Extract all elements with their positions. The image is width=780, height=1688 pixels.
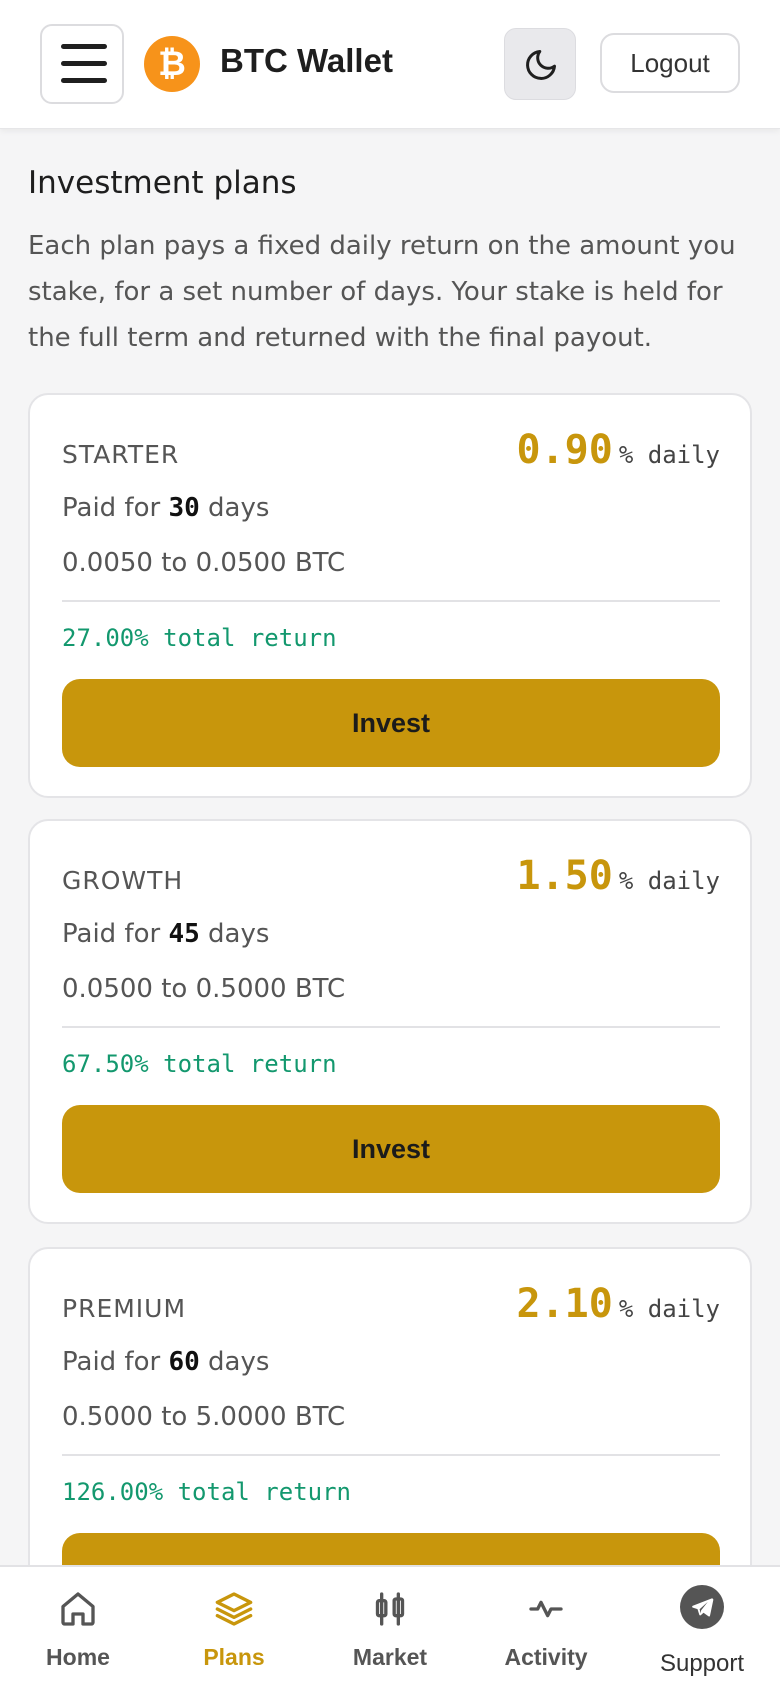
divider: [62, 600, 720, 602]
plan-rate-unit: % daily: [618, 1295, 720, 1323]
plan-range: 0.0050 to 0.0500 BTC: [62, 548, 346, 578]
nav-item-plans[interactable]: Plans: [156, 1567, 312, 1688]
logout-button[interactable]: Logout: [600, 33, 740, 93]
nav-item-activity[interactable]: Activity: [468, 1567, 624, 1688]
bitcoin-logo-icon: ₿: [144, 36, 200, 92]
divider: [62, 1454, 720, 1456]
plan-rate-unit: % daily: [618, 867, 720, 895]
plan-rate: 2.10% daily: [517, 1281, 720, 1327]
main-content: Investment plans Each plan pays a fixed …: [0, 129, 780, 1565]
plan-duration-suffix: days: [199, 493, 270, 523]
invest-button[interactable]: Invest: [62, 679, 720, 767]
nav-item-home[interactable]: Home: [0, 1567, 156, 1688]
plan-duration: Paid for 30 days: [62, 493, 269, 523]
candlestick-icon: [375, 1592, 405, 1626]
nav-item-support[interactable]: Support: [624, 1567, 780, 1688]
nav-label: Plans: [203, 1644, 265, 1670]
plan-days: 45: [168, 919, 200, 949]
page-title: Investment plans: [28, 165, 297, 201]
hamburger-icon-bar: [61, 78, 107, 83]
plan-total-return: 67.50% total return: [62, 1050, 337, 1078]
divider: [62, 1026, 720, 1028]
plan-duration-suffix: days: [199, 919, 270, 949]
plan-total-return: 27.00% total return: [62, 624, 337, 652]
plan-rate-value: 1.50: [516, 853, 613, 899]
plan-total-return: 126.00% total return: [62, 1478, 351, 1506]
nav-label: Home: [46, 1644, 110, 1670]
nav-item-market[interactable]: Market: [312, 1567, 468, 1688]
invest-button[interactable]: Invest: [62, 1105, 720, 1193]
plan-rate-value: 2.10: [516, 1281, 613, 1327]
invest-button[interactable]: Invest: [62, 1533, 720, 1565]
plan-card-premium: PREMIUM 2.10% daily Paid for 60 days 0.5…: [28, 1247, 752, 1565]
plan-name: STARTER: [62, 440, 180, 469]
plan-duration-prefix: Paid for: [62, 1347, 169, 1377]
plan-card-starter: STARTER 0.90% daily Paid for 30 days 0.0…: [28, 393, 752, 798]
hamburger-icon: [61, 44, 107, 49]
nav-label: Market: [352, 1644, 428, 1670]
app-header: ₿ BTC Wallet Logout: [0, 0, 780, 129]
plan-rate: 0.90% daily: [517, 427, 720, 473]
nav-label: Support: [659, 1650, 745, 1677]
plan-range: 0.0500 to 0.5000 BTC: [62, 974, 346, 1004]
home-icon: [61, 1592, 95, 1626]
hamburger-icon-bar: [61, 61, 107, 66]
plan-duration-prefix: Paid for: [62, 493, 169, 523]
plan-range: 0.5000 to 5.0000 BTC: [62, 1402, 346, 1432]
page-description: Each plan pays a fixed daily return on t…: [28, 231, 736, 353]
plan-card-growth: GROWTH 1.50% daily Paid for 45 days 0.05…: [28, 819, 752, 1224]
app-title: BTC Wallet: [220, 42, 393, 79]
plan-rate: 1.50% daily: [517, 853, 720, 899]
theme-toggle-button[interactable]: [504, 28, 576, 100]
menu-button[interactable]: [40, 24, 124, 104]
moon-icon: [526, 50, 556, 80]
telegram-icon: [680, 1585, 724, 1629]
plan-rate-value: 0.90: [516, 427, 613, 473]
layers-icon: [215, 1592, 253, 1626]
plan-days: 30: [168, 493, 200, 523]
bottom-nav: Home Plans Market Activity Support: [0, 1565, 780, 1688]
plan-days: 60: [168, 1347, 200, 1377]
plan-duration-suffix: days: [199, 1347, 270, 1377]
nav-label: Activity: [504, 1644, 588, 1670]
plan-name: PREMIUM: [62, 1294, 187, 1323]
plan-duration: Paid for 60 days: [62, 1347, 269, 1377]
plan-duration: Paid for 45 days: [62, 919, 269, 949]
plan-duration-prefix: Paid for: [62, 919, 169, 949]
plan-rate-unit: % daily: [618, 441, 720, 469]
plan-name: GROWTH: [62, 866, 184, 895]
activity-icon: [529, 1600, 563, 1618]
